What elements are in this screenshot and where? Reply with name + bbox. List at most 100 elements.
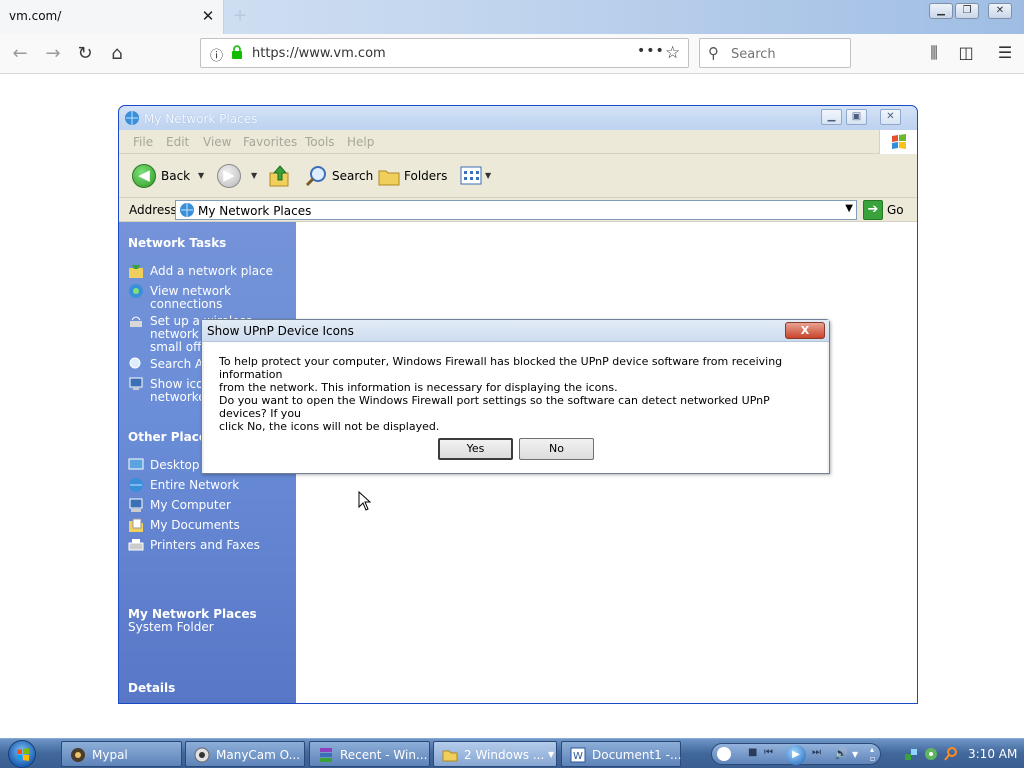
taskbar-button-mypal[interactable]: Mypal	[61, 741, 182, 767]
search-placeholder: Search	[731, 47, 776, 62]
network-places-icon	[125, 111, 139, 125]
dialog-message-2: Do you want to open the Windows Firewall…	[219, 394, 770, 433]
browser-minimize-button[interactable]: ▁	[929, 3, 953, 19]
previous-icon[interactable]: ⏮	[764, 747, 773, 758]
yes-button[interactable]: Yes	[438, 438, 513, 460]
explorer-minimize-button[interactable]: ▁	[821, 109, 842, 125]
next-icon[interactable]: ⏭	[812, 747, 821, 758]
manycam-icon	[194, 747, 210, 763]
my-documents-icon	[129, 518, 143, 532]
manycam-tray-icon[interactable]	[923, 746, 939, 762]
taskbar-button-word[interactable]: W Document1 -...	[561, 741, 681, 767]
view-network-connections-link[interactable]: View network connections	[150, 285, 231, 311]
network-tray-icon[interactable]	[903, 746, 919, 762]
bookmark-star-icon[interactable]: ☆	[665, 43, 680, 63]
browser-close-button[interactable]: ✕	[988, 3, 1012, 19]
search-button[interactable]: Search	[305, 164, 374, 188]
chevron-down-icon[interactable]: ▼	[198, 171, 204, 180]
menu-help[interactable]: Help	[347, 135, 374, 149]
menu-view[interactable]: View	[203, 135, 231, 149]
folders-icon	[378, 170, 400, 186]
explorer-titlebar[interactable]: My Network Places ▁ ▣ ✕	[119, 106, 917, 130]
new-tab-button[interactable]: +	[230, 6, 250, 26]
windows-flag-icon	[879, 130, 917, 154]
desktop-link[interactable]: Desktop	[150, 459, 200, 472]
svg-text:W: W	[573, 751, 583, 762]
forward-icon[interactable]: →	[40, 41, 66, 67]
back-icon[interactable]: ←	[7, 41, 33, 67]
chevron-down-icon: ▼	[548, 750, 555, 759]
play-icon[interactable]: ▶	[786, 745, 806, 765]
chevron-down-icon[interactable]: ▼	[251, 171, 257, 180]
browser-tab[interactable]: vm.com/ ✕	[0, 0, 224, 34]
taskbar: Mypal ManyCam O... Recent - Win... 2 Win…	[0, 738, 1024, 768]
menu-favorites[interactable]: Favorites	[243, 135, 297, 149]
search-bar[interactable]: ⚲ Search	[699, 38, 851, 68]
library-icon[interactable]: ⫼	[923, 43, 945, 63]
add-network-place-link[interactable]: Add a network place	[150, 265, 273, 278]
url-bar[interactable]: ⓘ https://www.vm.com ••• ☆	[200, 38, 689, 68]
explorer-maximize-button[interactable]: ▣	[846, 109, 867, 125]
info-icon[interactable]: ⓘ	[210, 45, 223, 64]
dialog-close-button[interactable]: X	[785, 322, 825, 339]
printer-icon	[128, 539, 144, 551]
address-label: Address	[129, 203, 177, 217]
folders-label: Folders	[404, 169, 448, 183]
explorer-toolbar: ◀ Back ▼ ▶ ▼ Search Folders ▼	[119, 154, 917, 198]
explorer-menubar: File Edit View Favorites Tools Help	[119, 130, 917, 154]
url-text: https://www.vm.com	[252, 46, 386, 61]
go-arrow-icon[interactable]: ➔	[863, 200, 883, 220]
menu-icon[interactable]: ☰	[994, 43, 1016, 62]
volume-icon[interactable]: 🔊	[834, 747, 848, 760]
wireless-network-icon	[130, 316, 142, 327]
sidebar-icon[interactable]: ◫	[955, 43, 977, 62]
tab-close-button[interactable]: ✕	[199, 7, 217, 25]
media-logo-icon	[717, 747, 731, 761]
dialog-title: Show UPnP Device Icons	[207, 324, 354, 338]
up-folder-button[interactable]	[269, 164, 293, 188]
lock-icon	[232, 45, 242, 59]
back-button[interactable]: ◀ Back ▼	[132, 164, 212, 188]
taskbar-button-windows-group[interactable]: 2 Windows ... ▼	[433, 741, 557, 767]
explorer-close-button[interactable]: ✕	[880, 109, 901, 125]
page-actions-icon[interactable]: •••	[637, 43, 665, 59]
go-label[interactable]: Go	[887, 203, 904, 217]
dialog-titlebar[interactable]: Show UPnP Device Icons X	[202, 320, 829, 342]
start-button[interactable]	[8, 740, 36, 768]
details-heading[interactable]: Details	[128, 681, 175, 695]
chevron-down-icon[interactable]: ▼	[485, 171, 491, 180]
folder-icon	[442, 750, 458, 762]
search-tray-icon[interactable]	[943, 746, 959, 762]
network-tasks-heading[interactable]: Network Tasks	[128, 236, 226, 250]
search-label: Search	[332, 169, 374, 183]
taskbar-button-winrar[interactable]: Recent - Win...	[309, 741, 430, 767]
forward-button[interactable]: ▶ ▼	[217, 164, 261, 188]
chevron-down-icon[interactable]: ▼	[845, 203, 853, 214]
my-computer-link[interactable]: My Computer	[150, 499, 231, 512]
home-icon[interactable]: ⌂	[104, 41, 130, 67]
menu-file[interactable]: File	[133, 135, 153, 149]
printers-and-faxes-link[interactable]: Printers and Faxes	[150, 539, 260, 552]
address-input[interactable]: My Network Places ▼	[175, 200, 857, 220]
taskbar-button-manycam[interactable]: ManyCam O...	[185, 741, 305, 767]
reload-icon[interactable]: ↻	[72, 41, 98, 67]
views-button[interactable]: ▼	[459, 164, 493, 188]
winrar-icon	[320, 748, 332, 762]
up-folder-icon	[269, 165, 289, 187]
restore-player-icon[interactable]: ▴ ▫	[870, 745, 875, 763]
clock[interactable]: 3:10 AM	[968, 747, 1017, 761]
folders-button[interactable]: Folders	[377, 164, 448, 188]
menu-edit[interactable]: Edit	[166, 135, 189, 149]
my-documents-link[interactable]: My Documents	[150, 519, 240, 532]
details-name: My Network Places	[128, 607, 257, 621]
entire-network-link[interactable]: Entire Network	[150, 479, 239, 492]
browser-restore-button[interactable]: ❐	[955, 3, 979, 19]
upnp-dialog: Show UPnP Device Icons X To help protect…	[201, 319, 830, 474]
stop-icon[interactable]: ■	[748, 747, 757, 758]
chevron-down-icon[interactable]: ▼	[852, 750, 858, 759]
no-button[interactable]: No	[519, 438, 594, 460]
add-network-place-icon	[129, 265, 143, 278]
word-icon: W	[570, 747, 586, 763]
menu-tools[interactable]: Tools	[305, 135, 335, 149]
media-player-toolbar[interactable]: ■ ⏮ ▶ ⏭ 🔊 ▼ ▴ ▫	[711, 743, 881, 765]
